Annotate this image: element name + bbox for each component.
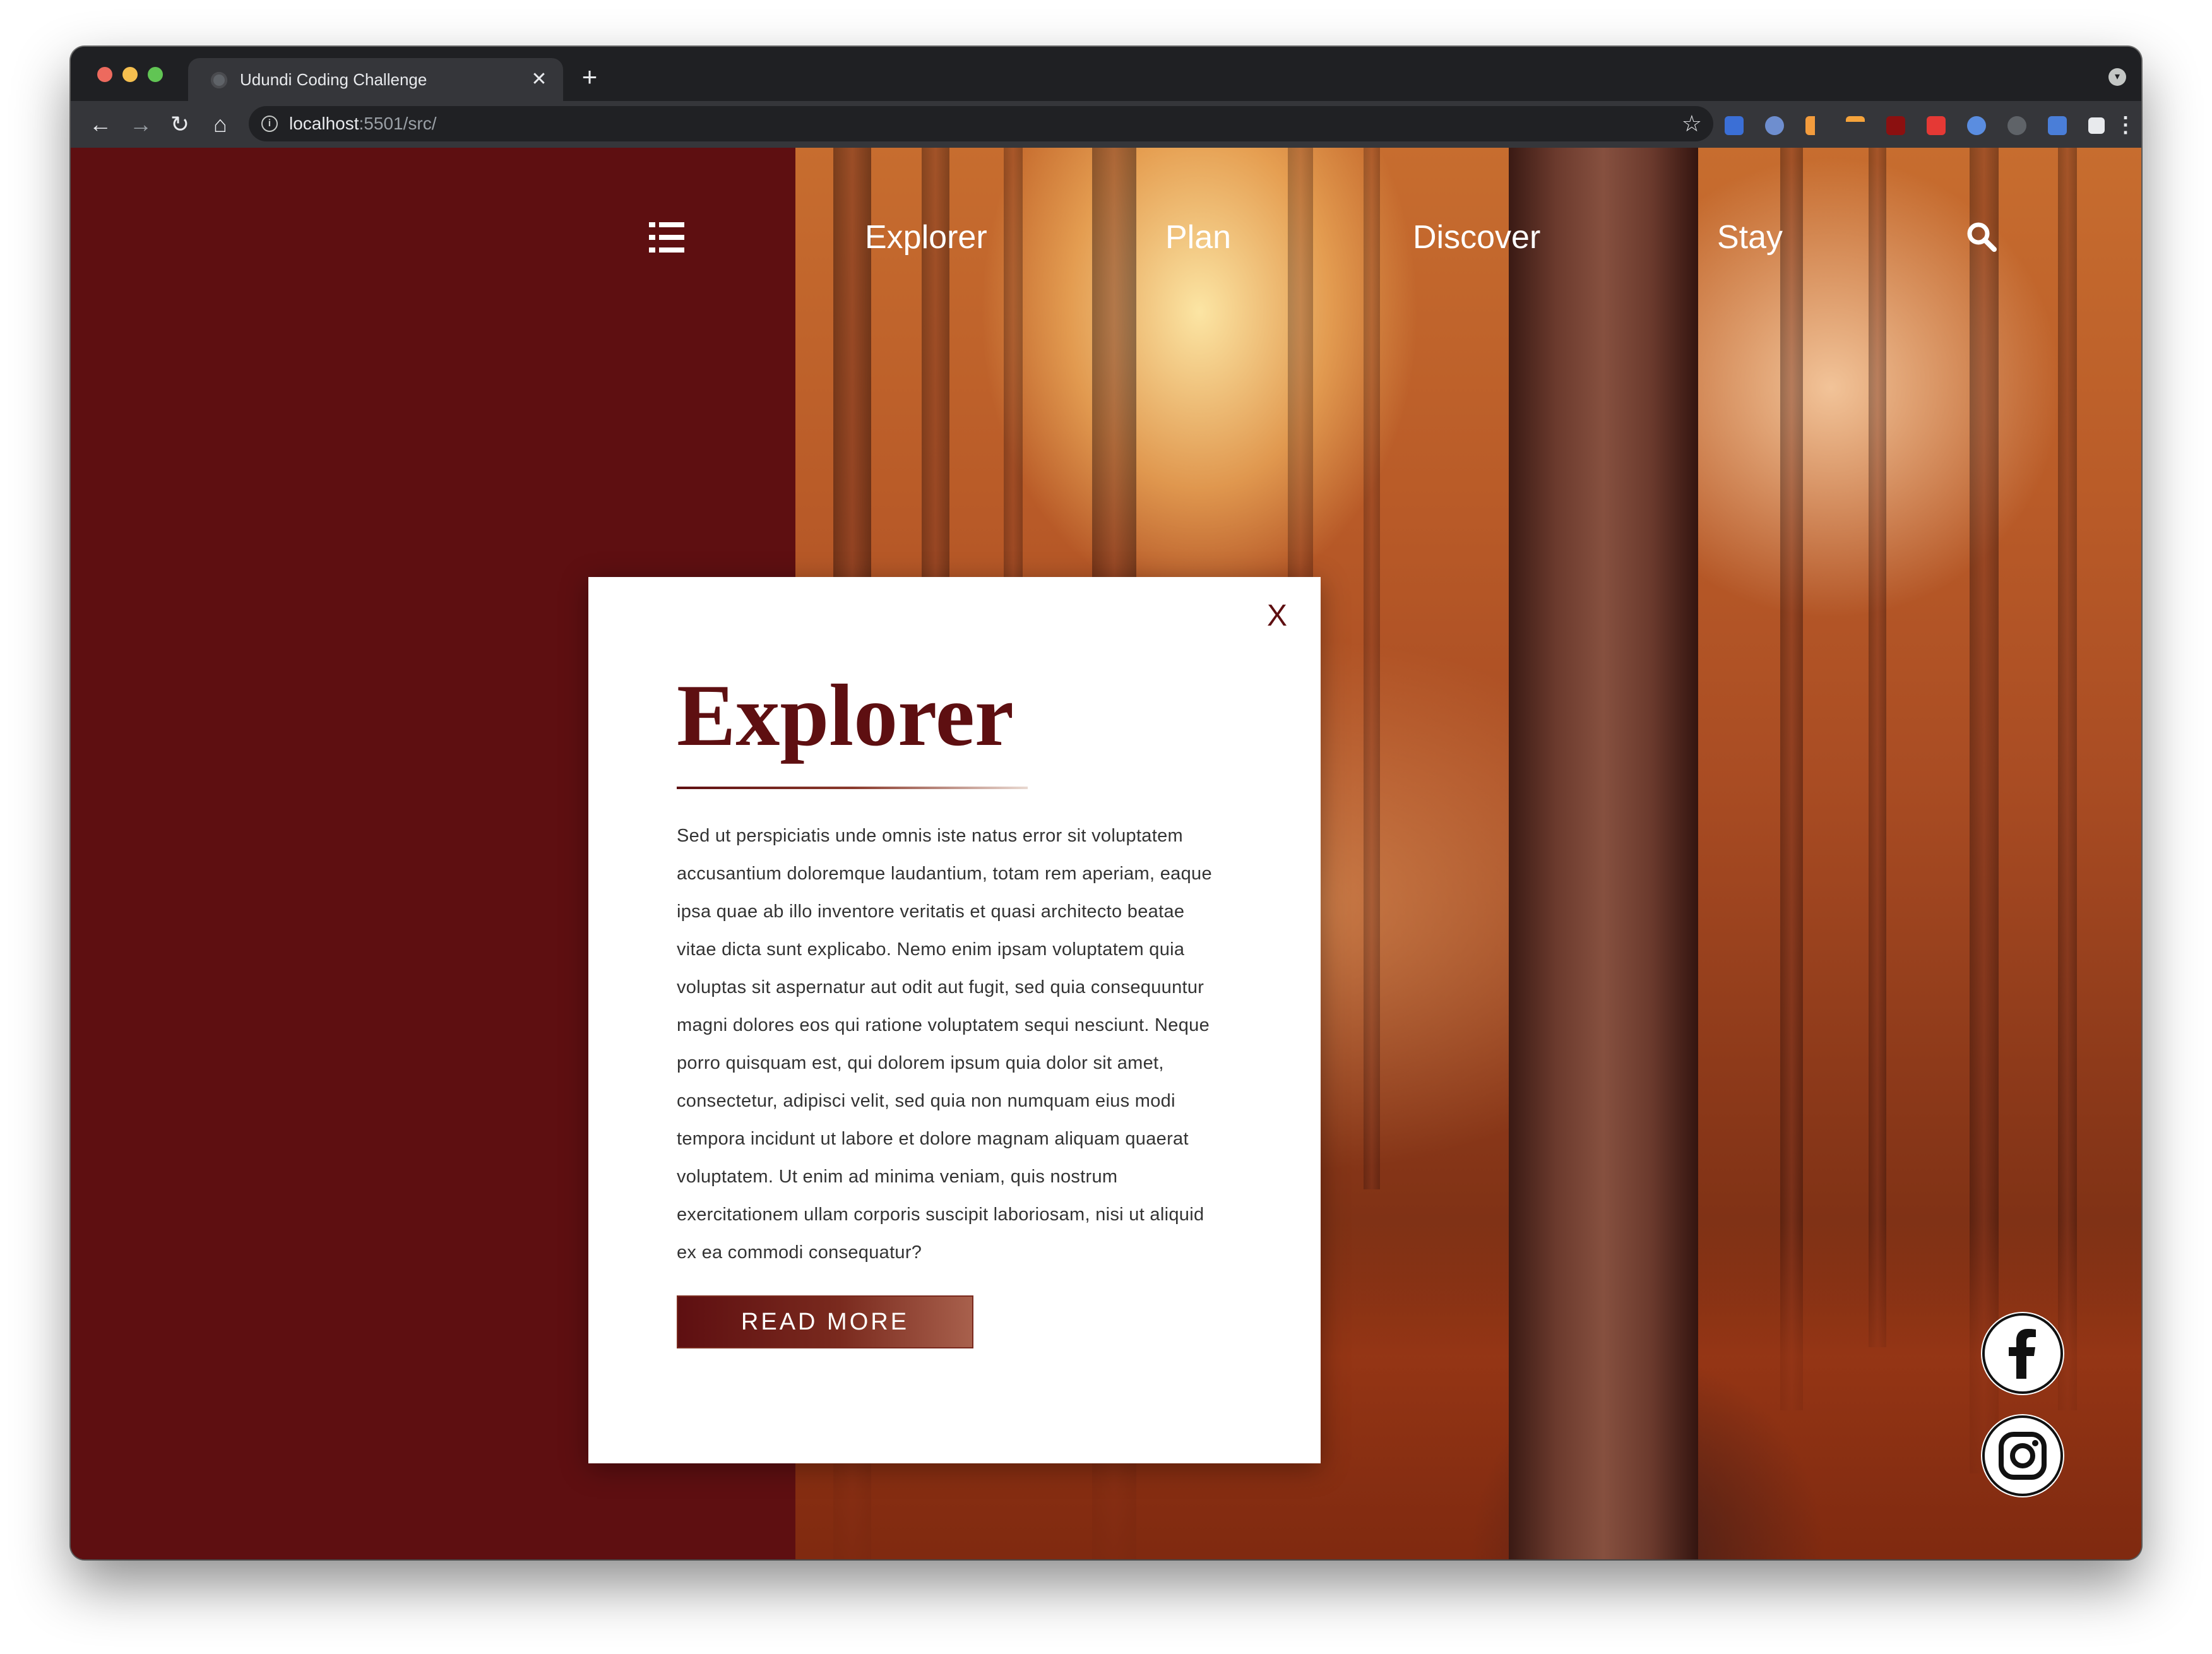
address-url[interactable]: localhost:5501/src/ — [289, 114, 436, 133]
minimize-window-button[interactable] — [122, 67, 138, 82]
info-icon[interactable]: i — [261, 116, 278, 132]
nav-link-explorer[interactable]: Explorer — [865, 218, 987, 256]
close-window-button[interactable] — [97, 67, 112, 82]
youtube-ext-icon[interactable] — [1927, 116, 1946, 135]
translate-ext-icon[interactable] — [2048, 116, 2067, 135]
tab-search-icon[interactable]: ▾ — [2108, 68, 2126, 86]
page-viewport: Explorer Plan Discover Stay X Explorer S… — [71, 148, 2141, 1559]
card-body-text: Sed ut perspiciatis unde omnis iste natu… — [677, 826, 1212, 1263]
facebook-icon[interactable] — [1981, 1312, 2064, 1395]
url-host: localhost — [289, 114, 359, 133]
bookmark-star-icon[interactable]: ☆ — [1682, 111, 1702, 136]
new-tab-button[interactable]: + — [576, 63, 604, 91]
forward-button[interactable]: → — [124, 107, 158, 141]
card-title: Explorer — [677, 667, 1014, 765]
sync-ext-icon[interactable] — [2007, 116, 2026, 135]
browser-menu-button[interactable]: ⋮ — [2115, 112, 2136, 138]
maximize-window-button[interactable] — [148, 67, 163, 82]
search-icon[interactable] — [1966, 221, 1997, 253]
flag-ext-icon[interactable] — [1846, 116, 1865, 135]
explorer-card: X Explorer Sed ut perspiciatis unde omni… — [588, 577, 1321, 1463]
url-path: :5501/src/ — [359, 114, 437, 133]
chart-ext-icon[interactable] — [1805, 116, 1824, 135]
shield-ext-icon[interactable] — [1725, 116, 1744, 135]
instagram-icon[interactable] — [1981, 1414, 2064, 1497]
nav-link-stay[interactable]: Stay — [1717, 218, 1783, 256]
compass-ext-icon[interactable] — [1967, 116, 1986, 135]
back-button[interactable]: ← — [83, 107, 117, 141]
nav-link-discover[interactable]: Discover — [1413, 218, 1540, 256]
browser-window: Udundi Coding Challenge ✕ + ▾ ← → ↻ ⌂ i … — [71, 47, 2141, 1559]
tab-close-button[interactable]: ✕ — [526, 67, 552, 92]
nav-link-plan[interactable]: Plan — [1165, 218, 1231, 256]
tree-trunk — [1509, 148, 1698, 1559]
home-button[interactable]: ⌂ — [203, 107, 237, 141]
globe-icon — [211, 72, 227, 88]
list-icon[interactable] — [649, 222, 684, 253]
tab-strip: Udundi Coding Challenge ✕ + ▾ — [71, 47, 2141, 101]
browser-tab[interactable]: Udundi Coding Challenge ✕ — [188, 58, 563, 101]
reload-button[interactable]: ↻ — [163, 107, 197, 141]
tab-title: Udundi Coding Challenge — [240, 70, 427, 89]
address-bar[interactable]: i localhost:5501/src/ ☆ — [249, 106, 1713, 141]
title-divider — [677, 787, 1028, 789]
close-card-button[interactable]: X — [1261, 597, 1293, 635]
pin-ext-icon[interactable] — [1765, 116, 1784, 135]
ublock-ext-icon[interactable] — [1886, 116, 1905, 135]
read-more-button[interactable]: READ MORE — [677, 1295, 973, 1348]
browser-toolbar: ← → ↻ ⌂ i localhost:5501/src/ ☆ ⋮ — [71, 101, 2141, 148]
puzzle-ext-icon[interactable] — [2088, 117, 2105, 134]
